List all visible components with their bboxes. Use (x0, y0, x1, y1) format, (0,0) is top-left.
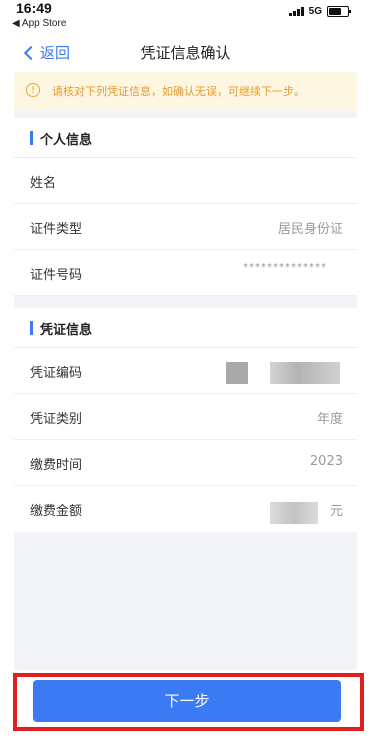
row-voucher-code: 凭证编码 (14, 348, 357, 394)
redacted-block (270, 502, 318, 524)
nav-bar: 返回 凭证信息确认 (0, 34, 371, 72)
section-title: 凭证信息 (40, 323, 93, 338)
status-indicators: 5G (288, 6, 351, 17)
battery-icon (327, 6, 351, 17)
notice-text: 请核对下列凭证信息，如确认无误，可继续下一步。 (52, 85, 305, 98)
id-type-label: 证件类型 (30, 222, 83, 237)
notice-banner: ! 请核对下列凭证信息，如确认无误，可继续下一步。 (14, 72, 357, 110)
row-payment-amount: 缴费金额 元 (14, 486, 357, 532)
voucher-type-value: 年度 (316, 412, 343, 427)
info-icon: ! (26, 83, 40, 97)
payment-amount-label: 缴费金额 (30, 504, 83, 519)
payment-time-label: 缴费时间 (30, 458, 83, 473)
redacted-block (270, 362, 340, 384)
redacted-block (226, 362, 248, 384)
name-label: 姓名 (30, 176, 57, 191)
id-number-value: ************** (243, 262, 327, 273)
row-id-type: 证件类型 居民身份证 (14, 204, 357, 250)
payment-amount-unit: 元 (329, 504, 343, 519)
next-step-button[interactable]: 下一步 (33, 680, 341, 722)
spacer (14, 296, 357, 308)
payment-time-value: 2023 (309, 454, 343, 469)
section-accent-bar (30, 321, 33, 335)
row-name: 姓名 (14, 158, 357, 204)
section-accent-bar (30, 131, 33, 145)
id-type-value: 居民身份证 (277, 222, 343, 237)
row-payment-time: 缴费时间 2023 (14, 440, 357, 486)
row-id-number: 证件号码 ************** (14, 250, 357, 296)
empty-area (14, 532, 357, 670)
row-voucher-type: 凭证类别 年度 (14, 394, 357, 440)
id-number-label: 证件号码 (30, 268, 83, 283)
page-title: 凭证信息确认 (140, 44, 231, 62)
section-header-voucher: 凭证信息 (14, 308, 357, 348)
status-bar: 16:49 ◀ App Store 5G (0, 0, 371, 34)
voucher-code-label: 凭证编码 (30, 366, 83, 381)
network-type: 5G (308, 6, 322, 17)
signal-icon (288, 7, 304, 16)
back-to-app-store-link[interactable]: ◀ App Store (12, 18, 66, 29)
section-header-personal: 个人信息 (14, 118, 357, 158)
spacer (14, 110, 357, 118)
status-time: 16:49 (16, 0, 52, 16)
voucher-type-label: 凭证类别 (30, 412, 83, 427)
section-title: 个人信息 (40, 133, 93, 148)
